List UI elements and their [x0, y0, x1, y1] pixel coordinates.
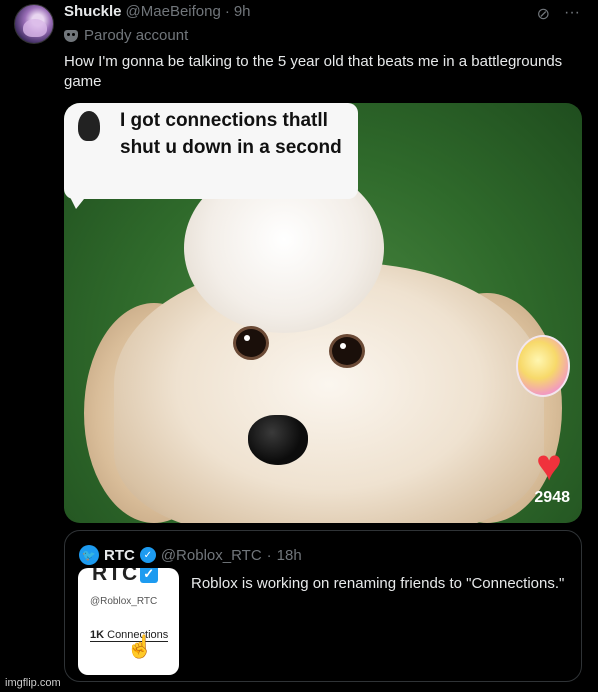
- thumb-handle: @Roblox_RTC: [90, 596, 158, 607]
- tweet-header: Shuckle @MaeBeifong · 9h: [64, 3, 251, 20]
- speech-caption: I got connections thatll shut u down in …: [120, 110, 342, 158]
- hand-pointer-icon: ☝: [126, 634, 154, 659]
- watermark: imgflip.com: [5, 677, 61, 689]
- timestamp[interactable]: 9h: [234, 3, 251, 20]
- speech-tail: [66, 189, 92, 209]
- quoted-tweet[interactable]: 🐦 RTC ✓ @Roblox_RTC · 18h RTC ✓ @Roblox_…: [64, 530, 582, 682]
- check-icon: ✓: [140, 568, 159, 583]
- thumb-count: 1K: [90, 629, 105, 641]
- tweet-actions-top: ⊘ ···: [537, 4, 580, 24]
- tweet[interactable]: Shuckle @MaeBeifong · 9h ⊘ ··· Parody ac…: [0, 0, 598, 692]
- separator: ·: [224, 3, 230, 20]
- dog-eye-left: [236, 329, 266, 357]
- parody-text: Parody account: [84, 27, 189, 44]
- creator-avatar: [516, 335, 570, 397]
- quote-timestamp[interactable]: 18h: [277, 547, 302, 564]
- speech-bubble: I got connections thatll shut u down in …: [64, 103, 358, 199]
- quote-display-name[interactable]: RTC: [104, 547, 135, 564]
- dog-eye-right: [332, 337, 362, 365]
- more-icon[interactable]: ···: [564, 4, 580, 24]
- quote-header: 🐦 RTC ✓ @Roblox_RTC · 18h: [79, 545, 302, 565]
- tweet-text: How I'm gonna be talking to the 5 year o…: [64, 53, 563, 90]
- display-name[interactable]: Shuckle: [64, 3, 122, 20]
- quote-thumbnail[interactable]: RTC ✓ @Roblox_RTC 1K Connections ☝: [78, 568, 179, 675]
- dog-nose: [248, 415, 308, 465]
- quote-separator: ·: [266, 546, 272, 564]
- speech-avatar: [78, 111, 100, 141]
- grok-icon[interactable]: ⊘: [537, 4, 550, 24]
- thumb-logo: RTC ✓: [92, 568, 159, 586]
- verified-icon: ✓: [139, 547, 156, 563]
- parody-label: Parody account: [64, 27, 188, 44]
- tweet-media[interactable]: I got connections thatll shut u down in …: [64, 103, 582, 523]
- quote-avatar[interactable]: 🐦: [79, 545, 99, 565]
- quote-handle[interactable]: @Roblox_RTC: [161, 547, 262, 564]
- thumb-logo-text: RTC: [92, 568, 139, 585]
- quote-text: Roblox is working on renaming friends to…: [191, 575, 565, 592]
- heart-icon: ♥: [535, 441, 563, 490]
- handle[interactable]: @MaeBeifong: [126, 3, 221, 20]
- mask-icon: [64, 29, 78, 42]
- avatar[interactable]: [14, 4, 54, 44]
- like-count: 2948: [534, 489, 570, 506]
